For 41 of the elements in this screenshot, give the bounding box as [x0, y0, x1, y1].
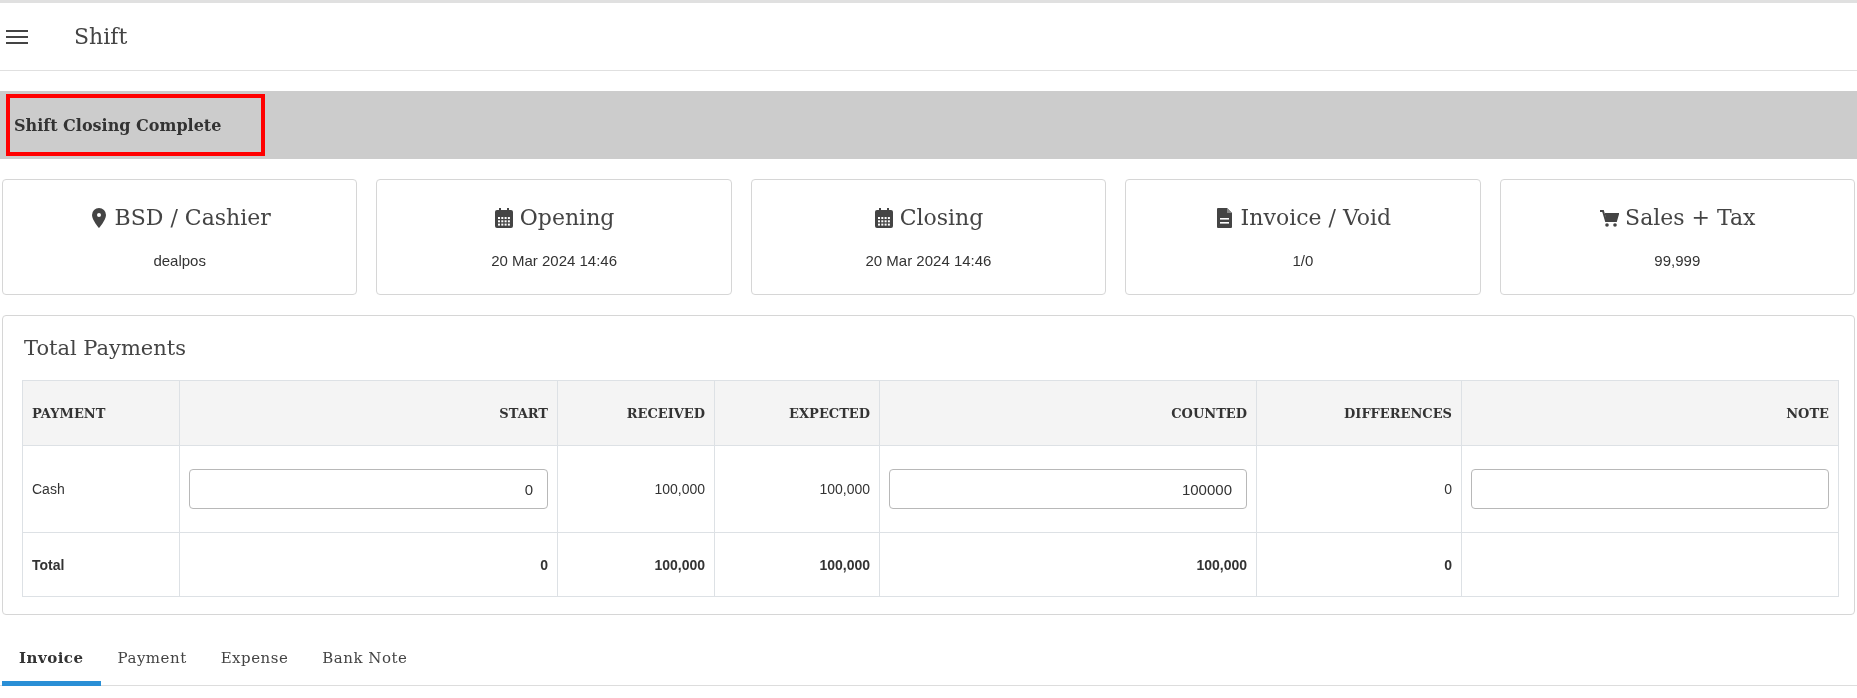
- banner-title: Shift Closing Complete: [6, 94, 266, 156]
- tab[interactable]: Payment: [100, 637, 204, 686]
- calendar-icon: [493, 206, 514, 229]
- card-value: 99,999: [1654, 252, 1701, 269]
- tab[interactable]: Expense: [203, 637, 306, 686]
- menu-icon[interactable]: [6, 28, 28, 45]
- table-cell: 100,000: [557, 532, 715, 597]
- amount-input[interactable]: 0: [189, 469, 548, 509]
- page-title: Shift: [74, 24, 128, 49]
- document-icon: [1214, 206, 1235, 229]
- table-cell: 100,000: [714, 532, 880, 597]
- column-header: NOTE: [1461, 380, 1839, 446]
- table-cell: 100,000: [557, 445, 715, 533]
- table-cell: 0: [179, 532, 558, 597]
- panel-title: Total Payments: [24, 336, 188, 360]
- card-value: 20 Mar 2024 14:46: [491, 252, 618, 269]
- table-cell: 0: [1256, 445, 1462, 533]
- tab[interactable]: Bank Note: [305, 637, 425, 686]
- card-title: Sales + Tax: [1625, 205, 1756, 230]
- column-header: EXPECTED: [714, 380, 880, 446]
- card-title: BSD / Cashier: [114, 205, 271, 230]
- calendar-icon: [873, 206, 894, 229]
- tab[interactable]: Invoice: [2, 637, 101, 686]
- card-value: 1/0: [1292, 252, 1314, 269]
- column-header: COUNTED: [879, 380, 1257, 446]
- column-header: DIFFERENCES: [1256, 380, 1462, 446]
- column-header: RECEIVED: [557, 380, 715, 446]
- table-cell: Cash: [22, 445, 180, 533]
- column-header: PAYMENT: [22, 380, 180, 446]
- table-cell: 100,000: [714, 445, 880, 533]
- table-cell: 100,000: [879, 532, 1257, 597]
- card-value: dealpos: [153, 252, 206, 269]
- card-title: Closing: [899, 205, 984, 230]
- table-cell: 0: [1256, 532, 1462, 597]
- amount-input[interactable]: [1471, 469, 1829, 509]
- table-cell: Total: [22, 532, 180, 597]
- card-value: 20 Mar 2024 14:46: [865, 252, 992, 269]
- amount-input[interactable]: 100000: [889, 469, 1247, 509]
- card-title: Opening: [519, 205, 615, 230]
- card-title: Invoice / Void: [1240, 205, 1392, 230]
- column-header: START: [179, 380, 558, 446]
